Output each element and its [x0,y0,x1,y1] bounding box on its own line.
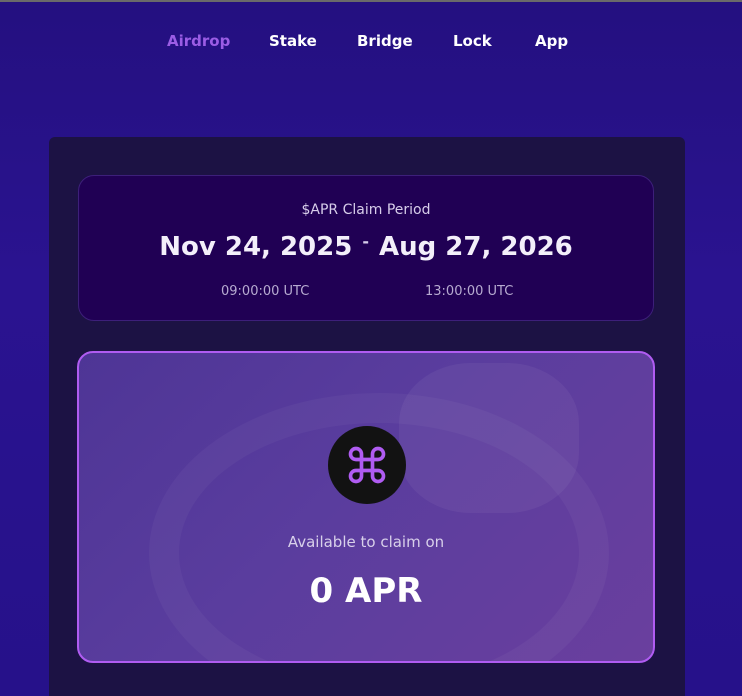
start-date: Nov 24, 2025 [159,232,353,262]
claim-period-card: $APR Claim Period Nov 24, 2025- Aug 27, 2… [78,175,654,321]
nav-app[interactable]: App [535,32,568,50]
claim-period-dates: Nov 24, 2025- Aug 27, 2026 [79,232,653,262]
command-icon [348,446,386,484]
top-nav: Airdrop Stake Bridge Lock App [0,32,742,54]
start-time: 09:00:00 UTC [221,284,310,299]
nav-bridge[interactable]: Bridge [357,32,413,50]
decorative-background-shape [399,363,579,513]
claim-amount: 0 APR [309,571,423,611]
nav-stake[interactable]: Stake [269,32,317,50]
window-top-edge [0,0,742,2]
claim-card: Available to claim on 0 APR [77,351,655,663]
claim-period-title: $APR Claim Period [301,202,431,218]
date-separator: - [362,232,369,251]
end-date: Aug 27, 2026 [378,232,573,262]
claim-label: Available to claim on [287,533,445,551]
end-time: 13:00:00 UTC [425,284,514,299]
nav-airdrop[interactable]: Airdrop [167,32,230,50]
token-logo [328,426,406,504]
nav-lock[interactable]: Lock [453,32,492,50]
airdrop-panel: $APR Claim Period Nov 24, 2025- Aug 27, 2… [49,137,685,696]
